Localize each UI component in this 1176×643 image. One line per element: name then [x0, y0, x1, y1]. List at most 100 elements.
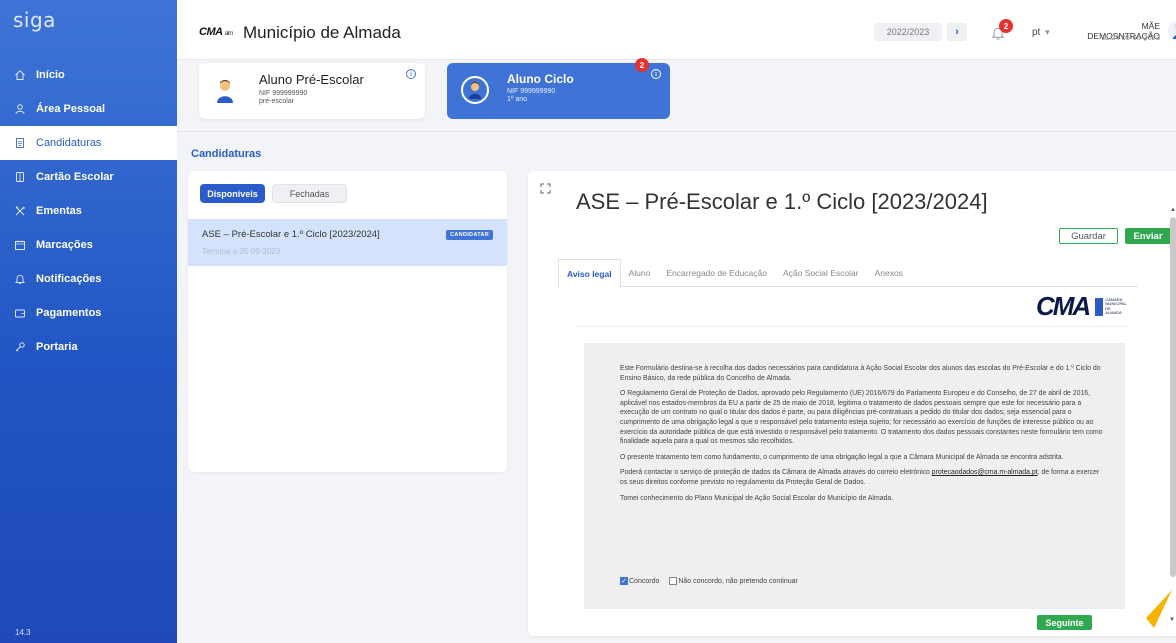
home-icon: [14, 69, 26, 81]
student-card-ciclo[interactable]: Aluno Ciclo NIF 999999990 1º ano i: [447, 63, 670, 119]
card-icon: [14, 171, 26, 183]
next-button[interactable]: Seguinte: [1037, 615, 1092, 630]
bell-icon: [14, 273, 26, 285]
language-selector[interactable]: pt ▼: [1032, 27, 1051, 38]
page-title: Candidaturas: [191, 148, 262, 160]
disagree-checkbox[interactable]: [669, 577, 678, 585]
sidebar-item-label: Cartão Escolar: [36, 171, 114, 183]
application-detail-panel: ASE – Pré-Escolar e 1.º Ciclo [2023/2024…: [528, 171, 1176, 636]
legal-paragraph: Este Formulário destina-se à recolha dos…: [620, 365, 1101, 382]
tab-disponiveis[interactable]: Disponíveis: [200, 184, 265, 203]
student-level: pré-escolar: [259, 98, 295, 105]
cma-logo-text: CMA: [1036, 291, 1091, 321]
user-datetime: 11:24 05-06-2023: [1101, 33, 1160, 42]
tab-aviso-legal[interactable]: Aviso legal: [558, 259, 621, 288]
consent-options: ✓ Concordo Não concordo, não pretendo con…: [620, 577, 808, 585]
cursor-arrow-icon: [1144, 588, 1174, 637]
calendar-icon: [14, 239, 26, 251]
legal-paragraph: O presente tratamento tem como fundament…: [620, 453, 1064, 461]
student-name: Aluno Pré-Escolar: [259, 72, 364, 87]
sidebar-item-label: Candidaturas: [36, 137, 102, 149]
notifications-badge: 2: [999, 19, 1013, 33]
school-year-selector[interactable]: 2022/2023: [874, 23, 942, 41]
tab-acao-social-escolar[interactable]: Ação Social Escolar: [775, 259, 867, 287]
brand-text: CMA: [199, 26, 223, 38]
student-avatar-icon: [217, 80, 233, 103]
disagree-option[interactable]: Não concordo, não pretendo continuar: [669, 577, 798, 585]
tab-encarregado-educacao[interactable]: Encarregado de Educação: [658, 259, 775, 287]
student-nif: NIF 999999990: [259, 90, 308, 97]
student-card-pre-escolar[interactable]: Aluno Pré-Escolar NIF 999999990 pré-esco…: [199, 63, 425, 119]
contact-email-link[interactable]: protecaodados@cma.m-almada.pt: [932, 469, 1038, 476]
disagree-label: Não concordo, não pretendo continuar: [678, 577, 798, 585]
chevron-down-icon: ▼: [1043, 28, 1052, 37]
sidebar-item-area-pessoal[interactable]: Área Pessoal: [0, 92, 177, 126]
divider: [575, 326, 1127, 327]
brand-sub: alm: [224, 31, 234, 37]
sidebar-item-inicio[interactable]: Início: [0, 58, 177, 92]
student-avatar: [461, 76, 489, 104]
application-title: ASE – Pré-Escolar e 1.º Ciclo [2023/2024…: [576, 189, 988, 214]
submit-button[interactable]: Enviar: [1125, 228, 1171, 244]
sidebar-item-cartao-escolar[interactable]: Cartão Escolar: [0, 160, 177, 194]
language-label: pt: [1032, 27, 1041, 38]
cma-logo: CMA CÂMARA MUNICIPAL DE ALMADA: [1036, 291, 1127, 322]
expand-icon[interactable]: [540, 181, 551, 199]
key-icon: [14, 341, 26, 353]
info-icon[interactable]: i: [651, 69, 661, 79]
tab-fechadas[interactable]: Fechadas: [272, 184, 347, 203]
chevron-right-icon[interactable]: ›: [947, 23, 967, 41]
legal-notice-box: Este Formulário destina-se à recolha dos…: [584, 343, 1125, 609]
sidebar-item-label: Pagamentos: [36, 307, 102, 319]
sidebar-item-pagamentos[interactable]: Pagamentos: [0, 296, 177, 330]
sidebar-item-notificacoes[interactable]: Notificações: [0, 262, 177, 296]
list-item-title: ASE – Pré-Escolar e 1.º Ciclo [2023/2024…: [202, 229, 380, 240]
form-tabs: Aviso legal Aluno Encarregado de Educaçã…: [558, 259, 1138, 288]
scroll-up-icon[interactable]: ▲: [1170, 207, 1176, 213]
save-button[interactable]: Guardar: [1059, 228, 1118, 244]
app-logo[interactable]: siga: [13, 8, 56, 32]
sidebar-item-candidaturas[interactable]: Candidaturas: [0, 126, 177, 160]
wallet-icon: [14, 307, 26, 319]
sidebar-item-label: Área Pessoal: [36, 103, 106, 115]
legal-paragraph-contact: Poderá contactar o serviço de proteção d…: [620, 468, 1105, 487]
apply-button[interactable]: CANDIDATAR: [446, 230, 493, 240]
cutlery-icon: [14, 205, 26, 217]
sidebar-item-label: Ementas: [36, 205, 82, 217]
list-item[interactable]: ASE – Pré-Escolar e 1.º Ciclo [2023/2024…: [188, 219, 507, 266]
app-version: 14.3: [15, 628, 31, 637]
info-icon[interactable]: i: [406, 69, 416, 79]
sidebar-nav: Início Área Pessoal Candidaturas Cartão …: [0, 58, 177, 364]
user-icon: [14, 103, 26, 115]
user-avatar[interactable]: [1168, 20, 1176, 42]
sidebar-item-marcacoes[interactable]: Marcações: [0, 228, 177, 262]
legal-notice-text: Este Formulário destina-se à recolha dos…: [620, 364, 1105, 509]
list-item-deadline: Termina a 05-09-2023: [202, 247, 281, 256]
student-level: 1º ano: [507, 96, 528, 103]
legal-paragraph: Tomei conhecimento do Plano Municipal de…: [620, 494, 894, 502]
sidebar-item-portaria[interactable]: Portaria: [0, 330, 177, 364]
legal-paragraph: O Regulamento Geral de Proteção de Dados…: [620, 390, 1103, 446]
document-icon: [14, 137, 26, 149]
agree-label: Concordo: [629, 577, 660, 585]
cma-logo-subtitle: CÂMARA MUNICIPAL DE ALMADA: [1095, 297, 1127, 316]
student-notifications-badge: 2: [635, 58, 649, 72]
top-header: CMA alm Município de Almada 2022/2023 › 2…: [177, 0, 1176, 60]
contact-prefix: Poderá contactar o serviço de proteção d…: [620, 469, 932, 477]
brand-logo: CMA alm: [199, 26, 233, 38]
tab-anexos[interactable]: Anexos: [867, 259, 911, 287]
sidebar: siga Início Área Pessoal Candidaturas Ca…: [0, 0, 177, 643]
municipality-title: Município de Almada: [243, 23, 401, 42]
sidebar-item-label: Notificações: [36, 273, 102, 285]
applications-list-panel: Disponíveis Fechadas ASE – Pré-Escolar e…: [188, 171, 507, 472]
scrollbar-thumb[interactable]: [1170, 217, 1176, 577]
scrollbar[interactable]: ▲ ▼: [1169, 197, 1176, 636]
student-nif: NIF 999999990: [507, 88, 556, 95]
tab-aluno[interactable]: Aluno: [621, 259, 659, 287]
agree-option[interactable]: ✓ Concordo: [620, 577, 659, 585]
divider: [177, 131, 1176, 132]
agree-checkbox[interactable]: ✓: [620, 577, 628, 585]
sidebar-item-label: Marcações: [36, 239, 93, 251]
sidebar-item-ementas[interactable]: Ementas: [0, 194, 177, 228]
student-name: Aluno Ciclo: [507, 72, 574, 86]
